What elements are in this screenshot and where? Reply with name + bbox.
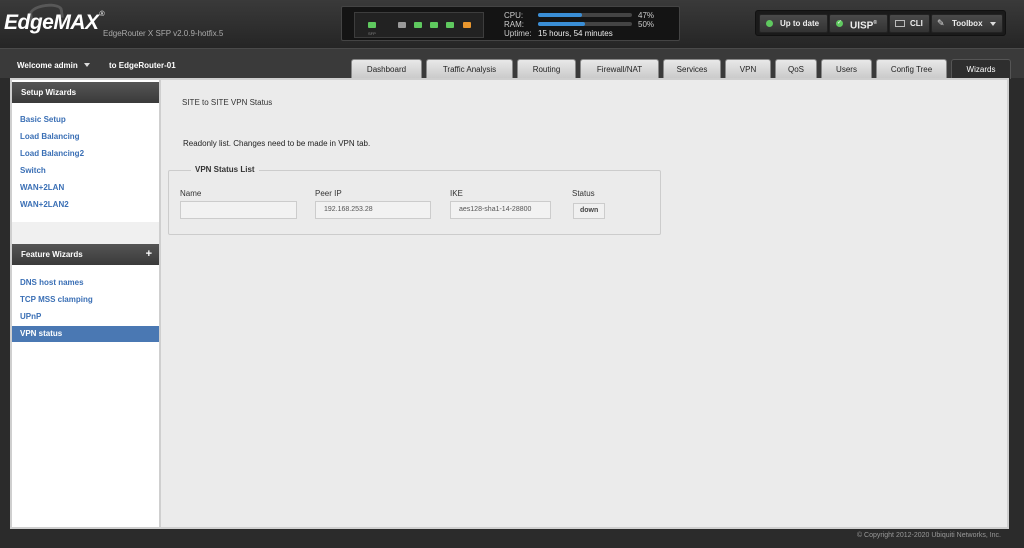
edgemax-logo[interactable]: EdgeMAX® <box>4 11 105 35</box>
tab-users[interactable]: Users <box>821 59 872 79</box>
tab-config-tree[interactable]: Config Tree <box>876 59 947 79</box>
port-led-sfp <box>368 22 376 28</box>
main-frame: Setup Wizards Basic Setup Load Balancing… <box>10 78 1009 529</box>
sidebar-item-load-balancing2[interactable]: Load Balancing2 <box>12 146 159 162</box>
plus-icon[interactable]: + <box>146 244 152 265</box>
vpn-status-list: VPN Status List Name Peer IP IKE Status … <box>168 165 661 235</box>
user-menu[interactable]: Welcome admin <box>17 61 90 70</box>
sidebar-item-basic-setup[interactable]: Basic Setup <box>12 112 159 128</box>
status-dot-icon <box>766 20 773 27</box>
tab-traffic-analysis[interactable]: Traffic Analysis <box>426 59 513 79</box>
terminal-icon <box>895 20 905 27</box>
firmware-version: EdgeRouter X SFP v2.0.9-hotfix.5 <box>103 29 224 38</box>
tab-services[interactable]: Services <box>663 59 721 79</box>
wrench-icon: ✎ <box>937 18 945 28</box>
tab-wizards[interactable]: Wizards <box>951 59 1011 79</box>
footer: © Copyright 2012-2020 Ubiquiti Networks,… <box>0 529 1024 548</box>
sidebar-item-wan-2lan[interactable]: WAN+2LAN <box>12 180 159 196</box>
page-title: SITE to SITE VPN Status <box>182 98 273 107</box>
chevron-down-icon <box>990 22 996 26</box>
uisp-button[interactable]: ✓ UISP® <box>829 14 888 33</box>
feature-wizards-heading[interactable]: Feature Wizards + <box>12 244 159 265</box>
port-led-eth4 <box>463 22 471 28</box>
ike-field: aes128-sha1-14-28800 <box>450 201 551 219</box>
name-column-label: Name <box>180 189 202 198</box>
port-indicators: SFP <box>354 12 484 38</box>
chevron-down-icon <box>83 63 90 67</box>
tab-routing[interactable]: Routing <box>517 59 576 79</box>
sidebar-item-dns-host-names[interactable]: DNS host names <box>12 275 159 291</box>
header-actions: Up to date ✓ UISP® CLI ✎ Toolbox <box>755 10 1006 36</box>
port-led-eth0 <box>398 22 406 28</box>
sidebar-item-vpn-status[interactable]: VPN status <box>12 326 159 342</box>
uptime-stat: Uptime: 15 hours, 54 minutes <box>504 29 613 38</box>
sfp-label: SFP <box>368 31 376 36</box>
top-header: EdgeMAX® EdgeRouter X SFP v2.0.9-hotfix.… <box>0 0 1024 48</box>
port-led-eth2 <box>430 22 438 28</box>
nav-bar: Welcome admin to EdgeRouter-01 Dashboard… <box>0 48 1024 79</box>
peer-ip-column-label: Peer IP <box>315 189 342 198</box>
tab-dashboard[interactable]: Dashboard <box>351 59 422 79</box>
toolbox-button[interactable]: ✎ Toolbox <box>931 14 1003 33</box>
ram-bar-fill <box>538 22 585 26</box>
vpn-status-list-legend: VPN Status List <box>191 165 259 174</box>
readonly-note: Readonly list. Changes need to be made i… <box>183 139 371 148</box>
sidebar-item-load-balancing[interactable]: Load Balancing <box>12 129 159 145</box>
sidebar-item-tcp-mss-clamping[interactable]: TCP MSS clamping <box>12 292 159 308</box>
wizard-sidebar: Setup Wizards Basic Setup Load Balancing… <box>12 80 159 527</box>
peer-ip-field: 192.168.253.28 <box>315 201 431 219</box>
sidebar-divider <box>12 222 159 244</box>
setup-wizards-heading: Setup Wizards <box>12 82 159 103</box>
status-column-label: Status <box>572 189 595 198</box>
sidebar-item-upnp[interactable]: UPnP <box>12 309 159 325</box>
copyright: © Copyright 2012-2020 Ubiquiti Networks,… <box>856 532 1001 539</box>
cpu-bar-fill <box>538 13 583 17</box>
ram-bar <box>538 22 632 26</box>
tab-firewall-nat[interactable]: Firewall/NAT <box>580 59 659 79</box>
wizard-content: SITE to SITE VPN Status Readonly list. C… <box>161 80 1007 527</box>
cpu-stat: CPU: 47% <box>504 11 655 20</box>
ram-stat: RAM: 50% <box>504 20 655 29</box>
sidebar-item-switch[interactable]: Switch <box>12 163 159 179</box>
sidebar-item-wan-2lan2[interactable]: WAN+2LAN2 <box>12 197 159 213</box>
port-led-eth3 <box>446 22 454 28</box>
cli-button[interactable]: CLI <box>889 14 930 33</box>
check-circle-icon: ✓ <box>836 20 843 27</box>
tab-qos[interactable]: QoS <box>775 59 817 79</box>
ike-column-label: IKE <box>450 189 463 198</box>
cpu-bar <box>538 13 632 17</box>
name-field <box>180 201 297 219</box>
port-led-eth1 <box>414 22 422 28</box>
status-badge: down <box>573 203 606 219</box>
device-status-panel: SFP CPU: 47% RAM: 50% Uptime: 15 hours, … <box>341 6 680 41</box>
up-to-date-button[interactable]: Up to date <box>759 14 828 33</box>
router-name: to EdgeRouter-01 <box>109 61 176 70</box>
tab-vpn[interactable]: VPN <box>725 59 771 79</box>
